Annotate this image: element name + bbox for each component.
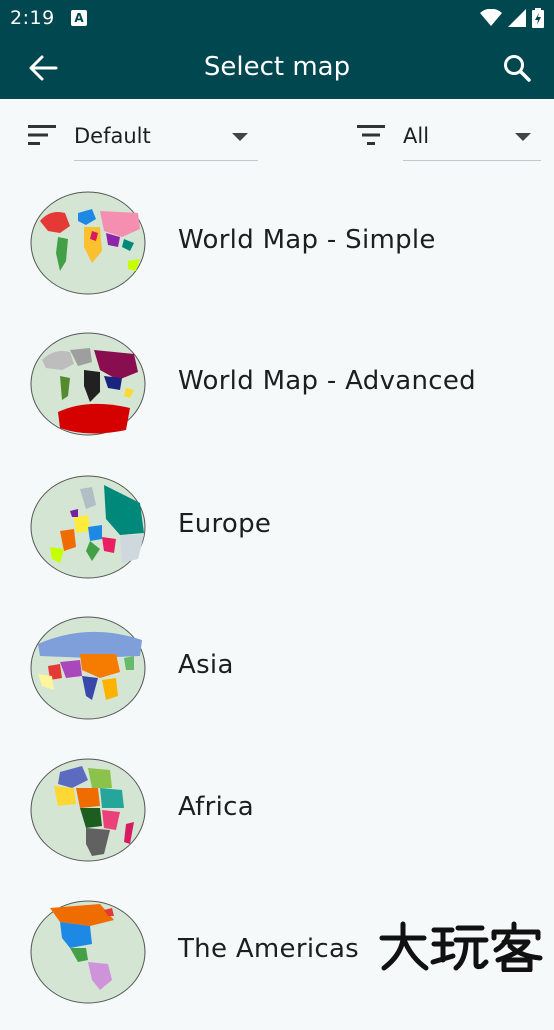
map-label: World Map - Advanced (178, 366, 476, 396)
map-list-item-asia[interactable]: Asia (0, 616, 554, 746)
sort-dropdown[interactable]: Default (74, 114, 258, 161)
battery-icon (532, 8, 544, 28)
map-label: Asia (178, 650, 234, 680)
notification-a-icon: A (71, 10, 87, 26)
chevron-down-icon (515, 133, 531, 141)
map-list-item-world-simple[interactable]: World Map - Simple (0, 191, 554, 321)
americas-thumbnail (30, 900, 146, 1004)
map-label: World Map - Simple (178, 225, 436, 255)
status-time: 2:19 (10, 7, 55, 29)
signal-icon (508, 9, 526, 27)
sort-icon[interactable] (28, 124, 58, 146)
filter-icon[interactable] (357, 124, 387, 146)
world-advanced-thumbnail (30, 332, 146, 436)
map-label: Africa (178, 792, 254, 822)
app-bar: Select map (0, 36, 554, 99)
sort-dropdown-value: Default (74, 124, 151, 148)
system-icons (480, 8, 544, 28)
map-list-item-africa[interactable]: Africa (0, 758, 554, 888)
watermark-logo (379, 921, 543, 972)
europe-thumbnail (30, 475, 146, 579)
africa-thumbnail (30, 758, 146, 862)
map-label: Europe (178, 509, 272, 539)
map-list-item-europe[interactable]: Europe (0, 475, 554, 605)
search-icon[interactable] (502, 53, 532, 83)
chevron-down-icon (232, 133, 248, 141)
wifi-icon (480, 9, 502, 26)
world-simple-thumbnail (30, 191, 146, 295)
asia-thumbnail (30, 616, 146, 720)
category-dropdown[interactable]: All (403, 114, 541, 161)
map-list-item-world-advanced[interactable]: World Map - Advanced (0, 332, 554, 462)
status-bar: 2:19 A (0, 0, 554, 36)
page-title: Select map (203, 52, 351, 82)
map-label: The Americas (178, 934, 360, 964)
category-dropdown-value: All (403, 124, 430, 148)
